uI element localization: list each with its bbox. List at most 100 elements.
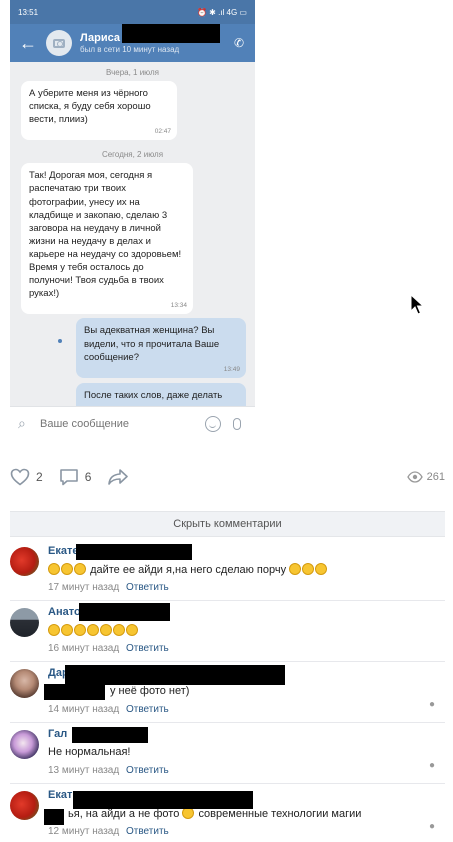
message-composer: ⌕ xyxy=(10,406,255,440)
status-icons: ⏰ ✱ .ıl 4G ▭ xyxy=(196,7,247,17)
reply-link[interactable]: Ответить xyxy=(126,582,169,593)
avatar[interactable] xyxy=(10,791,39,820)
share-button[interactable] xyxy=(107,468,135,486)
status-time: 13:51 xyxy=(18,7,39,17)
post-actions: 2 6 261 xyxy=(10,462,445,492)
like-count: 2 xyxy=(36,470,43,484)
like-button[interactable]: 2 xyxy=(10,468,43,486)
microphone-icon[interactable] xyxy=(233,417,241,430)
laughing-emoji-icon xyxy=(74,563,86,575)
laughing-emoji-icon xyxy=(315,563,328,575)
comment-meta: 14 минут назад Ответить xyxy=(48,704,435,715)
mouse-cursor-icon xyxy=(410,294,424,315)
comment-button[interactable]: 6 xyxy=(59,468,92,486)
call-icon[interactable]: ✆ xyxy=(223,36,255,50)
views-count: 261 xyxy=(426,471,445,483)
comment-text: ья, на айди а не фото современные технол… xyxy=(68,807,362,820)
avatar[interactable] xyxy=(10,669,39,698)
status-bar: 13:51 ⏰ ✱ .ıl 4G ▭ xyxy=(10,0,255,24)
contact-status: был в сети 10 минут назад xyxy=(80,44,180,54)
comment-menu-icon[interactable]: ● xyxy=(429,699,435,710)
rofl-emoji-icon xyxy=(48,624,60,636)
comment-count: 6 xyxy=(84,470,92,484)
attach-icon[interactable]: ⌕ xyxy=(18,415,40,432)
comment-menu-icon[interactable]: ● xyxy=(429,821,435,832)
redaction-bar xyxy=(122,24,220,43)
comment-text xyxy=(48,624,435,639)
redaction-bar xyxy=(44,809,64,825)
comment-time[interactable]: 12 минут назад xyxy=(48,826,119,837)
message-text: Так! Дорогая моя, сегодня я распечатаю т… xyxy=(29,170,182,300)
laughing-emoji-icon xyxy=(61,563,73,575)
views-counter: 261 xyxy=(406,471,445,483)
avatar[interactable] xyxy=(10,608,39,637)
comment-item: Дар у неё фото нет) 14 минут назад Ответ… xyxy=(10,662,445,723)
unread-dot xyxy=(58,339,62,343)
comment-meta: 17 минут назад Ответить xyxy=(48,582,435,593)
redaction-bar xyxy=(44,684,105,700)
comment-text: дайте ее айди я,на него сделаю порчу xyxy=(48,563,435,578)
redaction-bar xyxy=(79,603,170,621)
chat-screenshot: 13:51 ⏰ ✱ .ıl 4G ▭ ← Лариса был в сети 1… xyxy=(10,0,255,440)
comment-text: у неё фото нет) xyxy=(110,685,190,697)
redaction-bar xyxy=(76,544,192,560)
redaction-bar xyxy=(72,727,148,743)
contact-avatar[interactable] xyxy=(46,30,72,56)
date-separator: Сегодня, 2 июля xyxy=(101,150,164,160)
comment-time[interactable]: 17 минут назад xyxy=(48,582,119,593)
comment-meta: 16 минут назад Ответить xyxy=(48,643,435,654)
date-separator: Вчера, 1 июля xyxy=(106,68,159,77)
reply-link[interactable]: Ответить xyxy=(126,765,169,776)
message-time: 13:34 xyxy=(170,302,187,310)
reply-link[interactable]: Ответить xyxy=(126,704,169,715)
laughing-emoji-icon xyxy=(48,563,60,575)
share-icon xyxy=(108,469,129,485)
avatar[interactable] xyxy=(10,547,39,576)
message-text: А уберите меня из чёрного списка, я буду… xyxy=(29,88,151,126)
rofl-emoji-icon xyxy=(126,624,138,636)
laughing-emoji-icon xyxy=(289,563,302,575)
redaction-bar xyxy=(65,665,285,685)
comment-meta: 12 минут назад Ответить xyxy=(48,826,435,837)
message-time: 02:47 xyxy=(154,128,171,136)
message-input[interactable] xyxy=(40,417,205,430)
comment-meta: 13 минут назад Ответить xyxy=(48,765,435,776)
comments-list: Екате дайте ее айди я,на него сделаю пор… xyxy=(10,540,445,842)
message-text: После таких слов, даже делать xyxy=(84,389,223,401)
back-arrow-icon[interactable]: ← xyxy=(10,33,46,54)
reply-link[interactable]: Ответить xyxy=(126,826,169,837)
comment-item: Гал Не нормальная! 13 минут назад Ответи… xyxy=(10,723,445,784)
comment-item: Екате дайте ее айди я,на него сделаю пор… xyxy=(10,540,445,601)
chat-header: ← Лариса был в сети 10 минут назад ✆ xyxy=(10,24,255,62)
comment-time[interactable]: 16 минут назад xyxy=(48,643,119,654)
comment-time[interactable]: 14 минут назад xyxy=(48,704,119,715)
message-list[interactable]: Вчера, 1 июля А уберите меня из чёрного … xyxy=(10,62,255,406)
comment-menu-icon[interactable]: ● xyxy=(429,760,435,771)
comment-item: Екат ья, на айди а не фото современные т… xyxy=(10,784,445,842)
incoming-message[interactable]: А уберите меня из чёрного списка, я буду… xyxy=(21,81,177,141)
outgoing-message[interactable]: После таких слов, даже делать xyxy=(76,382,246,406)
outgoing-message[interactable]: Вы адекватная женщина? Вы видели, что я … xyxy=(76,318,246,378)
rofl-emoji-icon xyxy=(100,624,112,636)
comment-item: Анато 16 минут назад Ответить xyxy=(10,601,445,662)
emoji-icon[interactable] xyxy=(205,415,221,432)
rofl-emoji-icon xyxy=(87,624,99,636)
message-time: 13:49 xyxy=(223,365,240,373)
laughing-emoji-icon xyxy=(302,563,315,575)
message-text: Вы адекватная женщина? Вы видели, что я … xyxy=(84,325,220,363)
incoming-message[interactable]: Так! Дорогая моя, сегодня я распечатаю т… xyxy=(21,163,193,315)
comment-icon xyxy=(59,469,78,486)
redaction-bar xyxy=(73,791,253,809)
camera-icon xyxy=(53,38,65,48)
eye-icon xyxy=(406,471,423,483)
comment-text: Не нормальная! xyxy=(48,746,131,758)
screenshot-page: 13:51 ⏰ ✱ .ıl 4G ▭ ← Лариса был в сети 1… xyxy=(0,0,453,842)
reply-link[interactable]: Ответить xyxy=(126,643,169,654)
heart-icon xyxy=(10,468,30,486)
comment-time[interactable]: 13 минут назад xyxy=(48,765,119,776)
rofl-emoji-icon xyxy=(74,624,86,636)
rofl-emoji-icon xyxy=(61,624,73,636)
hide-comments-button[interactable]: Скрыть комментарии xyxy=(10,511,445,537)
avatar[interactable] xyxy=(10,730,39,759)
rofl-emoji-icon xyxy=(113,624,125,636)
